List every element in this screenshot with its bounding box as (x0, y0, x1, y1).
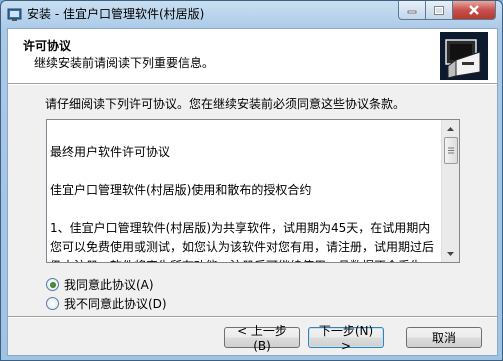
license-paragraph (50, 162, 440, 181)
computer-box-icon (440, 32, 488, 80)
page-title: 许可协议 (23, 39, 72, 53)
accept-label[interactable]: 我同意此协议(A) (64, 276, 154, 293)
scroll-thumb[interactable] (444, 137, 458, 164)
scroll-up-arrow-icon (447, 126, 454, 131)
license-paragraph (50, 124, 440, 143)
license-scrollbar[interactable] (441, 120, 459, 262)
next-button[interactable]: 下一步(N) > (308, 324, 384, 353)
installer-window: 安装 - 佳宜户口管理软件(村居版) 许可协议 继续安装前请阅读下列重要信息。 (0, 0, 503, 361)
accept-option[interactable]: 我同意此协议(A) (46, 276, 154, 293)
title-bar: 安装 - 佳宜户口管理软件(村居版) (1, 1, 502, 27)
footer-divider (8, 316, 497, 318)
minimize-icon (407, 10, 417, 14)
accept-radio[interactable] (46, 278, 59, 291)
wizard-client-area: 许可协议 继续安装前请阅读下列重要信息。 请仔细阅读下列许可协议。您在继续安装前… (7, 28, 498, 356)
maximize-icon (434, 5, 444, 15)
window-title: 安装 - 佳宜户口管理软件(村居版) (27, 7, 205, 21)
decline-option[interactable]: 我不同意此协议(D) (46, 295, 167, 312)
license-paragraph (50, 200, 440, 219)
decline-label[interactable]: 我不同意此协议(D) (64, 295, 167, 312)
close-button[interactable] (453, 1, 496, 20)
scroll-down-arrow-icon (447, 251, 454, 256)
license-text: 最终用户软件许可协议 佳宜户口管理软件(村居版)使用和散布的授权合约 1、佳宜户… (47, 120, 440, 262)
cancel-button[interactable]: 取消 (406, 327, 482, 348)
back-button[interactable]: < 上一步(B) (224, 324, 300, 353)
license-paragraph: 佳宜户口管理软件(村居版)使用和散布的授权合约 (50, 183, 312, 197)
minimize-button[interactable] (398, 1, 426, 20)
intro-text: 请仔细阅读下列许可协议。您在继续安装前必须同意这些协议条款。 (45, 97, 406, 111)
decline-radio[interactable] (46, 297, 59, 310)
license-textbox[interactable]: 最终用户软件许可协议 佳宜户口管理软件(村居版)使用和散布的授权合约 1、佳宜户… (46, 119, 460, 263)
scroll-down-button[interactable] (442, 245, 459, 262)
page-subtitle: 继续安装前请阅读下列重要信息。 (34, 56, 215, 70)
window-controls (398, 1, 496, 20)
wizard-header: 许可协议 继续安装前请阅读下列重要信息。 (8, 29, 497, 83)
header-divider (8, 83, 497, 85)
scroll-up-button[interactable] (442, 120, 459, 137)
license-paragraph: 1、佳宜户口管理软件(村居版)为共享软件，试用期为45天，在试用期内您可以免费使… (50, 221, 435, 262)
installer-app-icon (7, 8, 22, 21)
close-icon (469, 5, 479, 15)
grip-icon (448, 147, 454, 154)
license-paragraph: 最终用户软件许可协议 (50, 145, 171, 159)
maximize-button[interactable] (426, 1, 453, 20)
